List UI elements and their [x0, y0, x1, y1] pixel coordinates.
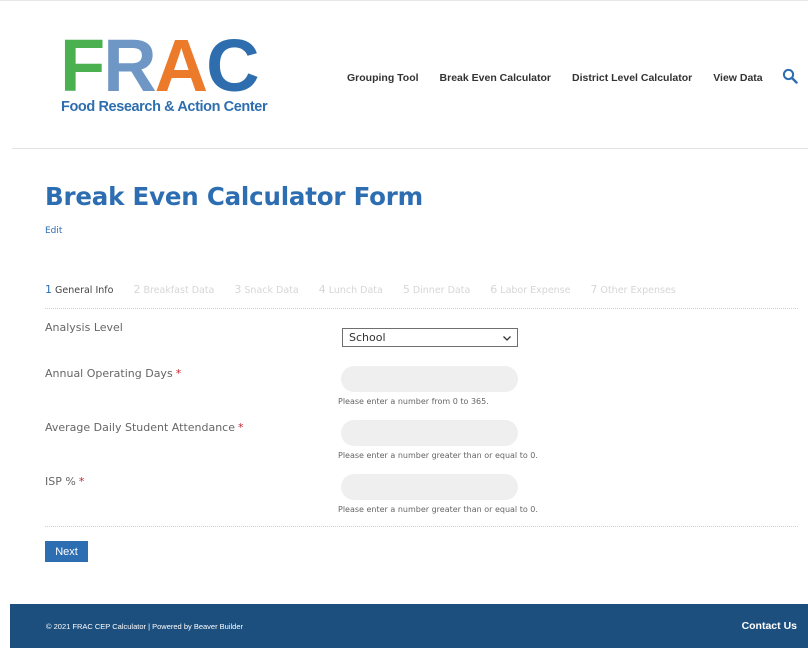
analysis-level-select[interactable]: School	[342, 328, 518, 347]
steps-divider	[45, 308, 798, 309]
form-bottom-divider	[45, 526, 798, 527]
step-general-info[interactable]: 1 General Info	[45, 283, 113, 296]
nav-view-data[interactable]: View Data	[713, 72, 762, 84]
required-marker: *	[238, 421, 244, 434]
footer-copyright: © 2021 FRAC CEP Calculator | Powered by …	[46, 622, 244, 631]
annual-operating-days-input[interactable]	[341, 366, 518, 392]
step-label: Lunch Data	[328, 285, 383, 296]
avg-daily-attendance-label: Average Daily Student Attendance *	[45, 421, 244, 434]
edit-link[interactable]: Edit	[45, 226, 62, 236]
step-breakfast-data[interactable]: 2 Breakfast Data	[133, 283, 214, 296]
search-icon[interactable]	[782, 68, 798, 84]
avg-daily-attendance-label-text: Average Daily Student Attendance	[45, 421, 236, 434]
step-label: Snack Data	[244, 285, 299, 296]
step-number: 5	[402, 283, 410, 296]
step-snack-data[interactable]: 3 Snack Data	[234, 283, 298, 296]
annual-operating-days-label-text: Annual Operating Days	[45, 367, 173, 380]
step-label: Breakfast Data	[143, 285, 215, 296]
step-number: 2	[133, 283, 141, 296]
step-labor-expense[interactable]: 6 Labor Expense	[490, 283, 570, 296]
site-header: FRAC Food Research & Action Center Group…	[0, 1, 808, 149]
step-label: Other Expenses	[600, 285, 676, 296]
logo-letter-c: C	[206, 24, 259, 107]
step-label: General Info	[55, 285, 114, 296]
step-dinner-data[interactable]: 5 Dinner Data	[403, 283, 470, 296]
avg-daily-attendance-hint: Please enter a number greater than or eq…	[338, 451, 538, 460]
nav-grouping-tool[interactable]: Grouping Tool	[347, 72, 419, 84]
step-number: 3	[234, 283, 242, 296]
avg-daily-attendance-input[interactable]	[341, 420, 518, 446]
step-number: 4	[318, 283, 326, 296]
step-lunch-data[interactable]: 4 Lunch Data	[319, 283, 383, 296]
analysis-level-label: Analysis Level	[45, 321, 123, 334]
required-marker: *	[78, 475, 85, 488]
nav-break-even-calculator[interactable]: Break Even Calculator	[440, 72, 551, 84]
required-marker: *	[175, 367, 182, 380]
contact-us-link[interactable]: Contact Us	[742, 620, 797, 632]
isp-hint: Please enter a number greater than or eq…	[338, 505, 538, 514]
logo-letter-a: A	[154, 24, 208, 107]
analysis-level-label-text: Analysis Level	[45, 321, 123, 334]
annual-operating-days-label: Annual Operating Days *	[45, 367, 181, 380]
logo-letter-f: F	[60, 24, 105, 107]
step-number: 7	[590, 283, 598, 296]
step-other-expenses[interactable]: 7 Other Expenses	[590, 283, 675, 296]
main-nav: Grouping Tool Break Even Calculator Dist…	[347, 69, 784, 87]
step-label: Dinner Data	[412, 285, 471, 296]
frac-logo[interactable]: FRAC Food Research & Action Center	[60, 24, 275, 125]
analysis-level-value: School	[349, 331, 386, 344]
chevron-down-icon	[503, 336, 511, 341]
logo-letter-r: R	[103, 24, 156, 107]
isp-label: ISP % *	[45, 475, 84, 488]
page-title: Break Even Calculator Form	[45, 182, 423, 211]
next-button[interactable]: Next	[45, 541, 88, 562]
form-steps: 1 General Info 2 Breakfast Data 3 Snack Dat…	[45, 283, 696, 297]
step-label: Labor Expense	[500, 285, 571, 296]
site-footer: © 2021 FRAC CEP Calculator | Powered by …	[10, 604, 808, 648]
header-divider	[12, 148, 808, 149]
nav-district-level-calculator[interactable]: District Level Calculator	[572, 72, 692, 84]
isp-input[interactable]	[341, 474, 518, 500]
step-number: 6	[490, 283, 498, 296]
logo-wordmark: FRAC	[60, 24, 260, 107]
step-number: 1	[45, 283, 52, 296]
logo-subtitle: Food Research & Action Center	[61, 99, 268, 115]
annual-operating-days-hint: Please enter a number from 0 to 365.	[338, 397, 489, 406]
isp-label-text: ISP %	[45, 475, 76, 488]
